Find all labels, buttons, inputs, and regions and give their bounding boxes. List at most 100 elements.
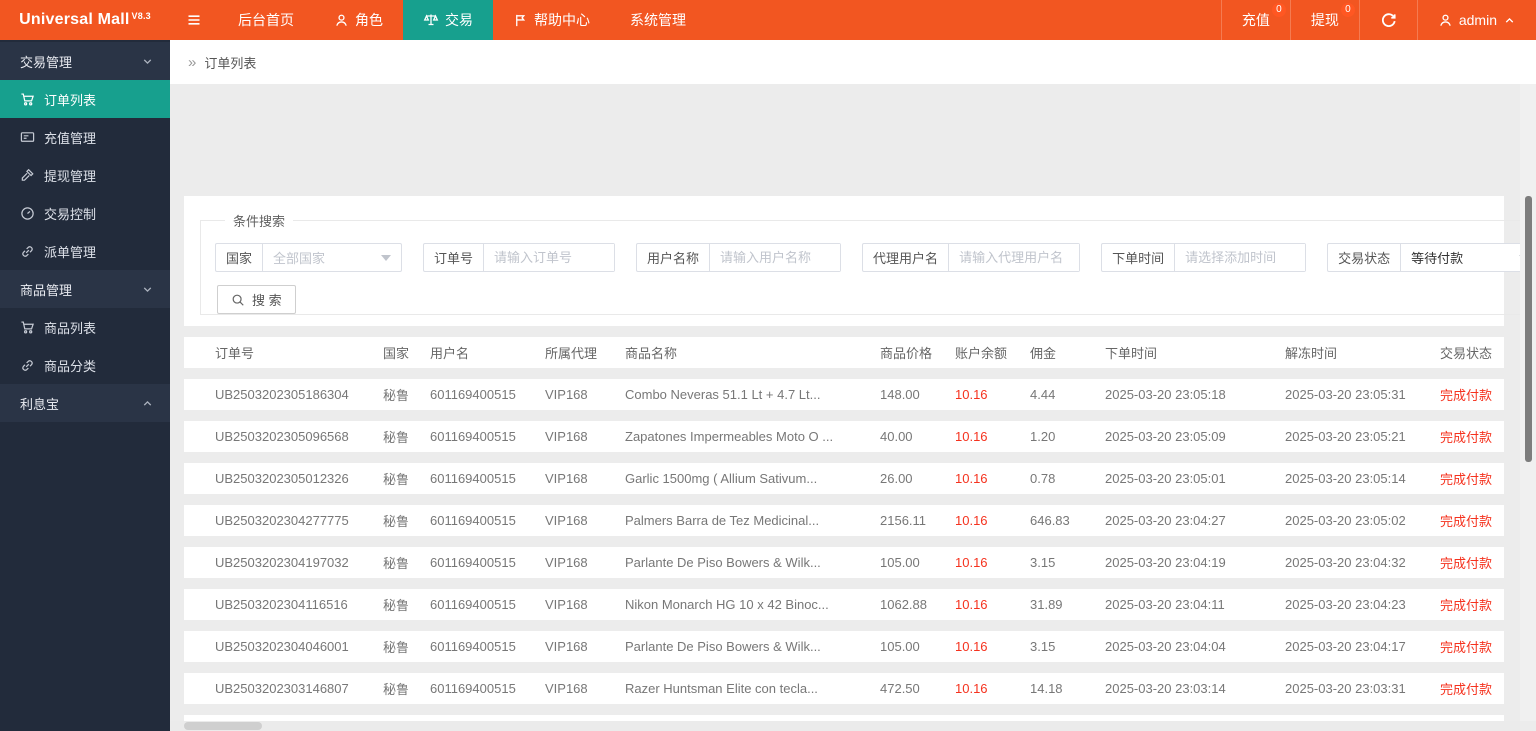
sidebar-item-label: 派单管理 <box>44 244 97 260</box>
sidebar-item-order-list[interactable]: 订单列表 <box>0 80 170 118</box>
sidebar-item-label: 充值管理 <box>44 130 97 146</box>
sidebar-item-product-list[interactable]: 商品列表 <box>0 308 170 346</box>
sidebar-item-label: 交易控制 <box>44 206 97 222</box>
withdraw-button[interactable]: 提现 0 <box>1289 0 1359 40</box>
cell-username: 601169400515 <box>430 387 516 402</box>
cell-commission: 31.89 <box>1030 597 1063 612</box>
order-time-filter: 下单时间 <box>1101 243 1307 272</box>
sidebar-group-label: 利息宝 <box>20 396 60 412</box>
table-row: UB2503202304277775 秘鲁 601169400515 VIP16… <box>184 505 1504 536</box>
nav-roles[interactable]: 角色 <box>314 0 403 40</box>
user-name-input[interactable] <box>710 244 841 271</box>
search-panel: 条件搜索 国家 全部国家 订单号 用户名称 <box>184 196 1536 326</box>
cell-unfreeze-time: 2025-03-20 23:04:23 <box>1285 597 1406 612</box>
cell-agent: VIP168 <box>545 681 588 696</box>
sidebar-item-dispatch-management[interactable]: 派单管理 <box>0 232 170 270</box>
sidebar-item-product-category[interactable]: 商品分类 <box>0 346 170 384</box>
nav-dashboard[interactable]: 后台首页 <box>218 0 314 40</box>
sidebar-item-recharge-management[interactable]: 充值管理 <box>0 118 170 156</box>
col-header-agent: 所属代理 <box>545 346 598 361</box>
trade-status-select[interactable]: 等待付款 <box>1401 244 1536 271</box>
cell-balance: 10.16 <box>955 387 988 402</box>
chevron-up-icon <box>1505 17 1514 23</box>
cell-status: 完成付款 <box>1440 472 1493 487</box>
trade-status-select-value: 等待付款 <box>1411 251 1464 266</box>
col-header-balance: 账户余额 <box>955 346 1008 361</box>
cell-username: 601169400515 <box>430 639 516 654</box>
topbar: Universal Mall V8.3 后台首页 角色 交易 帮助中心 系统管理… <box>0 0 1536 40</box>
agent-name-input[interactable] <box>949 244 1080 271</box>
breadcrumb-arrow-icon: » <box>188 53 197 71</box>
trade-status-label: 交易状态 <box>1328 244 1402 271</box>
refresh-button[interactable] <box>1358 0 1417 40</box>
cart-icon <box>21 92 34 105</box>
condition-search-legend: 条件搜索 <box>233 214 286 229</box>
cell-status: 完成付款 <box>1440 430 1493 445</box>
cell-country: 秘鲁 <box>383 682 410 697</box>
cell-product: Zapatones Impermeables Moto O ... <box>625 429 834 444</box>
sidebar-group-trade-management[interactable]: 交易管理 <box>0 42 170 80</box>
cell-country: 秘鲁 <box>383 514 410 529</box>
col-header-unfreeze-time: 解冻时间 <box>1285 346 1338 361</box>
country-filter: 国家 全部国家 <box>215 243 403 272</box>
cell-commission: 3.15 <box>1030 555 1056 570</box>
cell-agent: VIP168 <box>545 513 588 528</box>
username-label: admin <box>1458 12 1497 28</box>
menu-toggle-button[interactable] <box>170 0 218 40</box>
cell-agent: VIP168 <box>545 429 588 444</box>
horizontal-scrollbar-thumb[interactable] <box>184 722 262 730</box>
search-button[interactable]: 搜 索 <box>217 285 296 314</box>
sidebar-group-label: 商品管理 <box>20 282 73 298</box>
nav-help-label: 帮助中心 <box>534 12 590 28</box>
condition-search-fieldset: 条件搜索 国家 全部国家 订单号 用户名称 <box>200 211 1536 315</box>
vertical-scrollbar-track[interactable] <box>1520 84 1536 721</box>
recharge-button[interactable]: 充值 0 <box>1220 0 1290 40</box>
horizontal-scrollbar-track[interactable] <box>170 721 1520 731</box>
app-logo-text: Universal Mall <box>19 11 130 28</box>
app-window: Universal Mall V8.3 后台首页 角色 交易 帮助中心 系统管理… <box>0 0 1536 731</box>
cell-product: Parlante De Piso Bowers & Wilk... <box>625 639 821 654</box>
sidebar: 交易管理 订单列表 充值管理 提现管理 交易控制 派单管理 商品管理 商品列表 … <box>0 40 170 731</box>
country-label: 国家 <box>216 244 264 271</box>
recharge-label: 充值 <box>1241 12 1270 28</box>
nav-trade[interactable]: 交易 <box>403 0 493 40</box>
sidebar-group-product-management[interactable]: 商品管理 <box>0 270 170 308</box>
order-time-input[interactable] <box>1175 244 1306 271</box>
col-header-product: 商品名称 <box>625 346 678 361</box>
orders-table: 订单号 国家 用户名 所属代理 商品名称 商品价格 账户余额 佣金 下单时间 解… <box>184 337 1504 731</box>
cell-commission: 14.18 <box>1030 681 1063 696</box>
cell-unfreeze-time: 2025-03-20 23:05:21 <box>1285 429 1406 444</box>
cell-unfreeze-time: 2025-03-20 23:03:31 <box>1285 681 1406 696</box>
nav-help-center[interactable]: 帮助中心 <box>493 0 610 40</box>
cell-username: 601169400515 <box>430 513 516 528</box>
cell-commission: 646.83 <box>1030 513 1070 528</box>
cell-status: 完成付款 <box>1440 640 1493 655</box>
cell-order-time: 2025-03-20 23:04:27 <box>1105 513 1226 528</box>
withdraw-count-badge: 0 <box>1340 3 1355 17</box>
cell-unfreeze-time: 2025-03-20 23:04:32 <box>1285 555 1406 570</box>
sidebar-item-trade-control[interactable]: 交易控制 <box>0 194 170 232</box>
order-no-filter: 订单号 <box>423 243 616 272</box>
table-header-row: 订单号 国家 用户名 所属代理 商品名称 商品价格 账户余额 佣金 下单时间 解… <box>184 337 1504 368</box>
agent-name-filter: 代理用户名 <box>862 243 1081 272</box>
vertical-scrollbar-thumb[interactable] <box>1525 196 1532 462</box>
sidebar-item-label: 订单列表 <box>44 92 97 108</box>
cart-icon <box>21 320 34 333</box>
sidebar-group-interest-treasure[interactable]: 利息宝 <box>0 384 170 422</box>
user-name-label: 用户名称 <box>637 244 711 271</box>
dropdown-caret-icon <box>381 254 392 261</box>
user-menu[interactable]: admin <box>1416 0 1536 40</box>
cell-commission: 0.78 <box>1030 471 1056 486</box>
chevron-down-icon <box>143 286 152 292</box>
cell-balance: 10.16 <box>955 639 988 654</box>
cell-country: 秘鲁 <box>383 640 410 655</box>
cell-price: 1062.88 <box>880 597 927 612</box>
sidebar-item-withdraw-management[interactable]: 提现管理 <box>0 156 170 194</box>
order-no-input[interactable] <box>484 244 615 271</box>
cell-order-no: UB2503202305186304 <box>215 387 349 402</box>
nav-system[interactable]: 系统管理 <box>610 0 706 40</box>
link-icon <box>22 245 33 257</box>
gauge-icon <box>21 206 34 220</box>
country-select[interactable]: 全部国家 <box>263 244 401 271</box>
table-row: UB2503202304046001 秘鲁 601169400515 VIP16… <box>184 631 1504 662</box>
